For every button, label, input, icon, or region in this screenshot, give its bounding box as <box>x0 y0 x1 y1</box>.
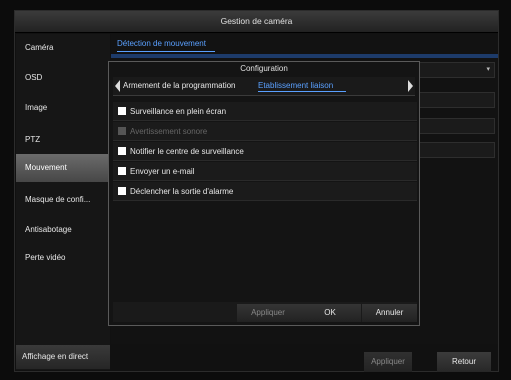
apply-button[interactable]: Appliquer <box>364 352 412 372</box>
arrow-right-icon[interactable] <box>408 80 413 92</box>
tab-underline <box>117 51 215 52</box>
dialog-footer: Appliquer OK Annuler <box>113 302 417 322</box>
sidebar-item-video-loss[interactable]: Perte vidéo <box>16 244 110 272</box>
sidebar-item-privacy-mask[interactable]: Masque de confi... <box>16 186 110 214</box>
tab-motion-detection[interactable]: Détection de mouvement <box>117 39 206 48</box>
tab-strip <box>111 54 498 58</box>
tab-underline <box>258 91 346 92</box>
dialog-cancel-button[interactable]: Annuler <box>362 304 417 322</box>
option-trigger-alarm-output[interactable]: Déclencher la sortie d'alarme <box>113 182 417 201</box>
tab-linkage-action[interactable]: Etablissement liaison <box>258 81 333 90</box>
option-label: Déclencher la sortie d'alarme <box>130 187 234 196</box>
sidebar-item-image[interactable]: Image <box>16 94 110 122</box>
sidebar-item-tamper[interactable]: Antisabotage <box>16 216 110 244</box>
background-field <box>411 92 495 108</box>
checkbox-icon[interactable] <box>118 147 126 155</box>
chevron-down-icon: ▾ <box>486 66 490 73</box>
option-label: Avertissement sonore <box>130 127 208 136</box>
option-label: Envoyer un e-mail <box>130 167 195 176</box>
sidebar-item-motion[interactable]: Mouvement <box>16 154 110 182</box>
dialog-tab-bar: Armement de la programmation Etablisseme… <box>113 77 415 96</box>
option-fullscreen-monitoring[interactable]: Surveillance en plein écran <box>113 102 417 121</box>
option-label: Notifier le centre de surveillance <box>130 147 244 156</box>
dialog-apply-button[interactable]: Appliquer <box>237 304 299 322</box>
checkbox-icon[interactable] <box>118 167 126 175</box>
option-label: Surveillance en plein écran <box>130 107 227 116</box>
dialog-ok-button[interactable]: OK <box>299 304 361 322</box>
dialog-title: Configuration <box>240 64 288 73</box>
option-audible-warning: Avertissement sonore <box>113 122 417 141</box>
arrow-left-icon[interactable] <box>115 80 120 92</box>
background-slider <box>411 142 495 158</box>
background-field <box>411 118 495 134</box>
checkbox-icon[interactable] <box>118 187 126 195</box>
option-notify-center[interactable]: Notifier le centre de surveillance <box>113 142 417 161</box>
checkbox-icon <box>118 127 126 135</box>
sidebar-item-camera[interactable]: Caméra <box>16 34 110 62</box>
live-view-button[interactable]: Affichage en direct <box>16 345 110 369</box>
window-title: Gestion de caméra <box>15 11 498 33</box>
checkbox-icon[interactable] <box>118 107 126 115</box>
background-dropdown[interactable]: ▾ <box>411 62 495 78</box>
sidebar-item-osd[interactable]: OSD <box>16 64 110 92</box>
option-send-email[interactable]: Envoyer un e-mail <box>113 162 417 181</box>
back-button[interactable]: Retour <box>437 352 491 372</box>
tab-arming-schedule[interactable]: Armement de la programmation <box>123 81 236 90</box>
configuration-dialog: Configuration Armement de la programmati… <box>108 61 420 326</box>
sidebar-item-ptz[interactable]: PTZ <box>16 126 110 154</box>
sidebar: Caméra OSD Image PTZ Mouvement Masque de… <box>16 34 110 370</box>
